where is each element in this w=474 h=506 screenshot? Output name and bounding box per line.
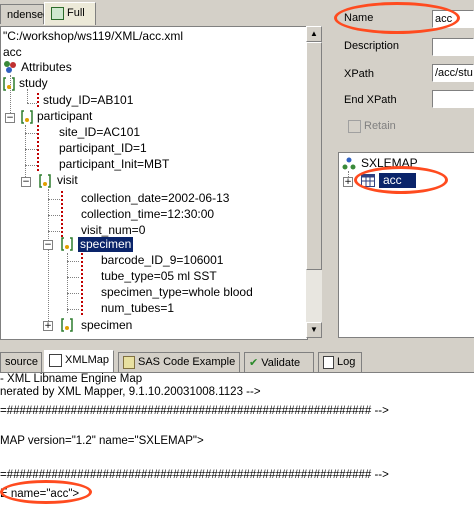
element-icon bbox=[61, 318, 73, 332]
description-field[interactable] bbox=[432, 38, 474, 56]
collapse-icon[interactable]: − bbox=[21, 177, 31, 187]
xpath-label: XPath bbox=[344, 68, 374, 80]
tab-xmlmap[interactable]: XMLMap bbox=[44, 350, 114, 373]
attribute-icon bbox=[61, 223, 67, 237]
end-xpath-label: End XPath bbox=[344, 94, 397, 106]
scroll-thumb[interactable] bbox=[306, 42, 322, 270]
code-line: =#######################################… bbox=[0, 405, 389, 417]
sas-code-icon bbox=[123, 355, 135, 369]
end-xpath-field[interactable] bbox=[432, 90, 474, 108]
tree-node-site-id[interactable]: site_ID=AC101 bbox=[59, 125, 140, 140]
xml-tree-panel[interactable]: "C:/workshop/ws119/XML/acc.xml acc Attri… bbox=[0, 26, 308, 340]
tree-node-study[interactable]: study bbox=[19, 76, 48, 91]
tree-node-participant-id[interactable]: participant_ID=1 bbox=[59, 141, 147, 156]
description-label: Description bbox=[344, 40, 400, 52]
full-tree-icon bbox=[51, 6, 64, 20]
attribute-icon bbox=[81, 253, 87, 267]
code-line: nerated by XML Mapper, 9.1.10.20031008.1… bbox=[0, 386, 261, 398]
code-line: =#######################################… bbox=[0, 469, 389, 481]
attribute-icon bbox=[81, 269, 87, 283]
attributes-label[interactable]: Attributes bbox=[21, 60, 72, 75]
code-line: MAP version="1.2" name="SXLEMAP"> bbox=[0, 435, 204, 447]
highlight-oval-code bbox=[0, 480, 92, 504]
attributes-icon bbox=[3, 60, 17, 74]
tree-node-visit[interactable]: visit bbox=[57, 173, 78, 188]
tree-node-barcode[interactable]: barcode_ID_9=106001 bbox=[101, 253, 223, 268]
scroll-up-icon[interactable]: ▲ bbox=[306, 26, 322, 42]
tree-node-specimen-selected[interactable]: specimen bbox=[78, 237, 134, 252]
highlight-oval-name bbox=[334, 2, 460, 34]
tab-condensed[interactable]: ndensed bbox=[0, 4, 49, 24]
checkmark-icon: ✔ bbox=[249, 356, 259, 369]
attribute-icon bbox=[81, 301, 87, 315]
code-line: - XML Libname Engine Map bbox=[0, 373, 143, 385]
tree-node-participant[interactable]: participant bbox=[37, 109, 92, 124]
attribute-icon bbox=[61, 207, 67, 221]
tab-validate[interactable]: ✔ Validate bbox=[244, 352, 314, 372]
retain-checkbox[interactable] bbox=[348, 120, 361, 133]
collapse-icon[interactable]: − bbox=[5, 113, 15, 123]
element-icon bbox=[21, 110, 33, 124]
tree-node-collection-time[interactable]: collection_time=12:30:00 bbox=[81, 207, 214, 222]
tree-node-collection-date[interactable]: collection_date=2002-06-13 bbox=[81, 191, 229, 206]
xmlmap-icon bbox=[49, 353, 62, 367]
tree-node-num-tubes[interactable]: num_tubes=1 bbox=[101, 301, 174, 316]
log-icon bbox=[323, 355, 334, 369]
attribute-icon bbox=[37, 157, 43, 171]
tree-node-study-id[interactable]: study_ID=AB101 bbox=[43, 93, 133, 108]
expand-icon[interactable]: + bbox=[343, 177, 353, 187]
element-icon bbox=[39, 174, 51, 188]
file-path: "C:/workshop/ws119/XML/acc.xml bbox=[3, 29, 184, 43]
tab-full[interactable]: Full bbox=[44, 2, 96, 25]
tab-source[interactable]: source bbox=[0, 352, 42, 372]
tree-node-participant-init[interactable]: participant_Init=MBT bbox=[59, 157, 169, 172]
attribute-icon bbox=[81, 285, 87, 299]
collapse-icon[interactable]: − bbox=[43, 240, 53, 250]
attribute-icon bbox=[61, 191, 67, 205]
attribute-icon bbox=[37, 125, 43, 139]
tree-root[interactable]: acc bbox=[3, 45, 22, 60]
tree-scrollbar[interactable]: ▲ ▼ bbox=[306, 26, 322, 338]
tree-node-specimen-2[interactable]: specimen bbox=[81, 318, 132, 333]
tree-node-tube-type[interactable]: tube_type=05 ml SST bbox=[101, 269, 217, 284]
xpath-field[interactable]: /acc/stu bbox=[432, 64, 474, 82]
tab-log[interactable]: Log bbox=[318, 352, 362, 372]
retain-label: Retain bbox=[364, 120, 396, 132]
map-root-icon bbox=[342, 157, 356, 171]
attribute-icon bbox=[37, 141, 43, 155]
highlight-oval-table bbox=[354, 166, 448, 194]
element-icon bbox=[61, 237, 73, 251]
scroll-down-icon[interactable]: ▼ bbox=[306, 322, 322, 338]
expand-icon[interactable]: + bbox=[43, 321, 53, 331]
element-icon bbox=[3, 77, 15, 91]
tree-node-visit-num[interactable]: visit_num=0 bbox=[81, 223, 145, 238]
tree-node-specimen-type[interactable]: specimen_type=whole blood bbox=[101, 285, 253, 300]
tab-sas-code-example[interactable]: SAS Code Example bbox=[118, 352, 240, 372]
